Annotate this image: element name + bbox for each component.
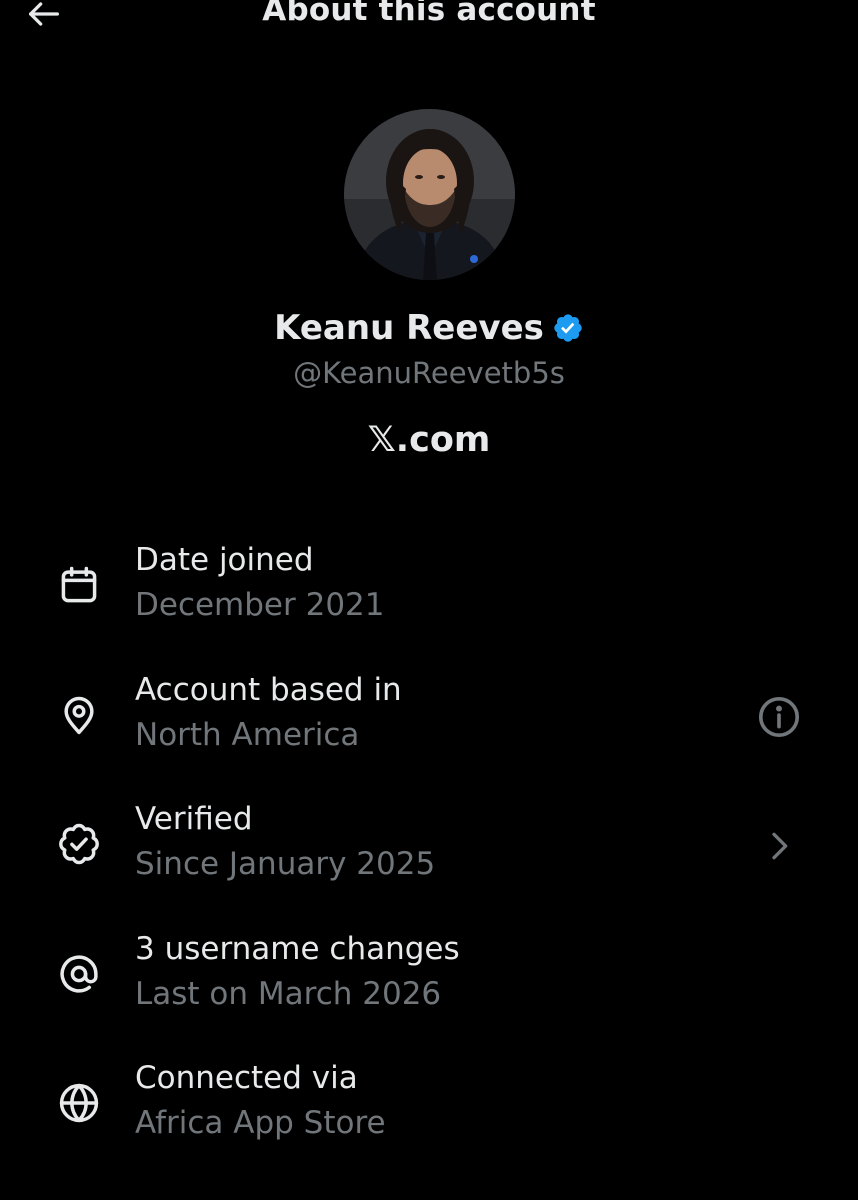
verified-outline-icon bbox=[56, 821, 102, 867]
website-link[interactable]: 𝕏.com bbox=[0, 420, 858, 460]
detail-connected-via: Connected via Africa App Store bbox=[0, 1050, 858, 1180]
verified-badge-icon[interactable] bbox=[552, 312, 584, 344]
profile-handle: @KeanuReevetb5s bbox=[293, 356, 565, 390]
detail-subtitle: Africa App Store bbox=[135, 1105, 386, 1141]
detail-username-changes: 3 username changes Last on March 2026 bbox=[0, 921, 858, 1051]
account-details-list: Date joined December 2021 Account based … bbox=[0, 532, 858, 1180]
calendar-icon bbox=[56, 562, 102, 608]
detail-title: Verified bbox=[135, 801, 253, 837]
location-pin-icon bbox=[56, 692, 102, 738]
avatar[interactable] bbox=[344, 109, 515, 280]
top-bar: About this account bbox=[0, 0, 858, 40]
info-icon[interactable] bbox=[754, 692, 804, 742]
detail-subtitle: December 2021 bbox=[135, 587, 385, 623]
chevron-right-icon[interactable] bbox=[754, 821, 804, 871]
globe-icon bbox=[56, 1080, 102, 1126]
detail-subtitle: Last on March 2026 bbox=[135, 975, 442, 1012]
display-name: Keanu Reeves bbox=[274, 308, 544, 348]
detail-subtitle: Since January 2025 bbox=[135, 846, 436, 882]
detail-verified[interactable]: Verified Since January 2025 bbox=[0, 791, 858, 921]
detail-subtitle: North America bbox=[135, 716, 360, 753]
detail-account-based-in: Account based in North America bbox=[0, 662, 858, 792]
detail-date-joined: Date joined December 2021 bbox=[0, 532, 858, 662]
detail-title: Connected via bbox=[135, 1060, 358, 1096]
display-name-row: Keanu Reeves bbox=[0, 308, 858, 348]
detail-title: 3 username changes bbox=[135, 930, 460, 967]
at-sign-icon bbox=[56, 951, 102, 997]
detail-title: Date joined bbox=[135, 542, 314, 578]
page-title: About this account bbox=[262, 0, 596, 28]
detail-title: Account based in bbox=[135, 671, 402, 708]
